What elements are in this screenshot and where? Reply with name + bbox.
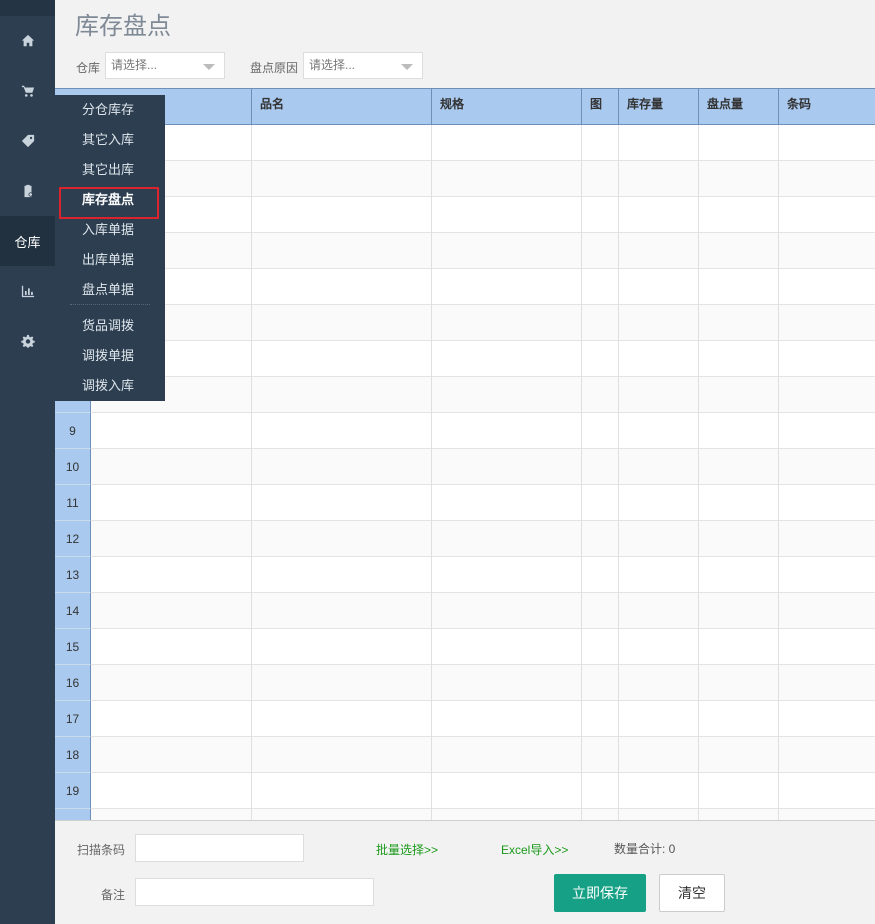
table-row[interactable] bbox=[55, 233, 875, 269]
column-header-counted[interactable]: 盘点量 bbox=[698, 89, 778, 125]
row-number: 18 bbox=[55, 737, 91, 773]
menu-item-stock-take[interactable]: 库存盘点 bbox=[55, 185, 165, 219]
table-row[interactable]: 15 bbox=[55, 629, 875, 665]
warehouse-select[interactable]: 请选择... bbox=[105, 52, 225, 79]
excel-import-link[interactable]: Excel导入>> bbox=[501, 841, 568, 858]
reason-select-value: 请选择... bbox=[309, 58, 356, 72]
cart-icon bbox=[21, 85, 34, 97]
table-row[interactable]: 17 bbox=[55, 701, 875, 737]
home-nav-button[interactable] bbox=[0, 16, 55, 66]
warehouse-flyout-menu: 分仓库存 其它入库 其它出库 库存盘点 入库单据 出库单据 盘点单据 货品调拨 … bbox=[55, 95, 165, 401]
column-header-spec[interactable]: 规格 bbox=[431, 89, 581, 125]
gear-icon bbox=[20, 334, 35, 348]
grid-header: 品名 规格 图 库存量 盘点量 条码 bbox=[55, 88, 875, 125]
note-label: 备注 bbox=[101, 888, 126, 902]
row-number: 10 bbox=[55, 449, 91, 485]
footer-panel: 扫描条码 批量选择>> Excel导入>> 数量合计: 0 备注 立即保存 清空 bbox=[55, 820, 875, 924]
row-number: 16 bbox=[55, 665, 91, 701]
warehouse-filter-label: 仓库 bbox=[76, 61, 101, 75]
menu-item-branch-stock[interactable]: 分仓库存 bbox=[55, 95, 165, 125]
column-header-barcode[interactable]: 条码 bbox=[778, 89, 875, 125]
warehouse-select-value: 请选择... bbox=[111, 58, 158, 72]
menu-item-other-inbound[interactable]: 其它入库 bbox=[55, 125, 165, 155]
tag-nav-button[interactable] bbox=[0, 116, 55, 166]
column-header-image[interactable]: 图 bbox=[581, 89, 618, 125]
inventory-grid: 品名 规格 图 库存量 盘点量 条码 9 10 11 12 13 14 15 16 17 18 19 bbox=[55, 88, 875, 820]
clipboard-icon bbox=[24, 184, 33, 198]
page-title: 库存盘点 bbox=[75, 13, 171, 40]
table-row[interactable]: 12 bbox=[55, 521, 875, 557]
row-number: 17 bbox=[55, 701, 91, 737]
column-divider bbox=[698, 125, 699, 820]
home-icon bbox=[21, 34, 34, 47]
column-divider bbox=[251, 125, 252, 820]
column-divider bbox=[581, 125, 582, 820]
table-row[interactable] bbox=[55, 341, 875, 377]
menu-item-outbound-docs[interactable]: 出库单据 bbox=[55, 245, 165, 275]
row-number: 9 bbox=[55, 413, 91, 449]
row-number: 11 bbox=[55, 485, 91, 521]
table-row[interactable] bbox=[55, 809, 875, 820]
settings-nav-button[interactable] bbox=[0, 316, 55, 366]
menu-item-inbound-docs[interactable]: 入库单据 bbox=[55, 215, 165, 245]
column-divider bbox=[778, 125, 779, 820]
scan-barcode-label: 扫描条码 bbox=[77, 843, 126, 857]
row-number: 19 bbox=[55, 773, 91, 809]
row-number: 12 bbox=[55, 521, 91, 557]
menu-divider bbox=[70, 304, 150, 305]
row-number: 13 bbox=[55, 557, 91, 593]
table-row[interactable] bbox=[55, 269, 875, 305]
menu-item-transfer-docs[interactable]: 调拨单据 bbox=[55, 341, 165, 371]
bar-chart-icon bbox=[21, 285, 34, 298]
table-row[interactable] bbox=[55, 161, 875, 197]
table-row[interactable] bbox=[55, 197, 875, 233]
quantity-total: 数量合计: 0 bbox=[614, 842, 676, 856]
report-nav-button[interactable] bbox=[0, 266, 55, 316]
column-divider bbox=[431, 125, 432, 820]
table-row[interactable] bbox=[55, 305, 875, 341]
chevron-down-icon bbox=[203, 64, 215, 70]
menu-item-transfer[interactable]: 货品调拨 bbox=[55, 311, 165, 341]
column-divider bbox=[618, 125, 619, 820]
table-row[interactable] bbox=[55, 125, 875, 161]
row-number: 14 bbox=[55, 593, 91, 629]
table-row[interactable]: 19 bbox=[55, 773, 875, 809]
reason-filter-label: 盘点原因 bbox=[250, 61, 299, 75]
table-row[interactable]: 16 bbox=[55, 665, 875, 701]
menu-item-stocktake-docs[interactable]: 盘点单据 bbox=[55, 275, 165, 305]
menu-item-transfer-inbound[interactable]: 调拨入库 bbox=[55, 371, 165, 401]
column-header-name[interactable]: 品名 bbox=[251, 89, 431, 125]
warehouse-nav-label: 仓库 bbox=[14, 234, 41, 250]
table-row[interactable]: 10 bbox=[55, 449, 875, 485]
table-row[interactable]: 14 bbox=[55, 593, 875, 629]
clear-button[interactable]: 清空 bbox=[659, 874, 725, 912]
clipboard-nav-button[interactable] bbox=[0, 166, 55, 216]
row-number: 15 bbox=[55, 629, 91, 665]
column-header-stock[interactable]: 库存量 bbox=[618, 89, 698, 125]
table-row[interactable] bbox=[55, 377, 875, 413]
chevron-down-icon bbox=[401, 64, 413, 70]
table-row[interactable]: 13 bbox=[55, 557, 875, 593]
reason-select[interactable]: 请选择... bbox=[303, 52, 423, 79]
table-row[interactable]: 18 bbox=[55, 737, 875, 773]
row-number bbox=[55, 809, 91, 820]
tag-icon bbox=[21, 134, 34, 148]
batch-select-link[interactable]: 批量选择>> bbox=[376, 841, 438, 858]
save-now-button[interactable]: 立即保存 bbox=[554, 874, 646, 912]
table-row[interactable]: 9 bbox=[55, 413, 875, 449]
left-nav-rail: 仓库 bbox=[0, 0, 55, 924]
cart-nav-button[interactable] bbox=[0, 66, 55, 116]
table-row[interactable]: 11 bbox=[55, 485, 875, 521]
scan-barcode-input[interactable] bbox=[135, 834, 304, 862]
menu-item-other-outbound[interactable]: 其它出库 bbox=[55, 155, 165, 185]
note-input[interactable] bbox=[135, 878, 374, 906]
warehouse-nav-button[interactable]: 仓库 bbox=[0, 216, 55, 266]
rail-top-strip bbox=[0, 0, 55, 16]
